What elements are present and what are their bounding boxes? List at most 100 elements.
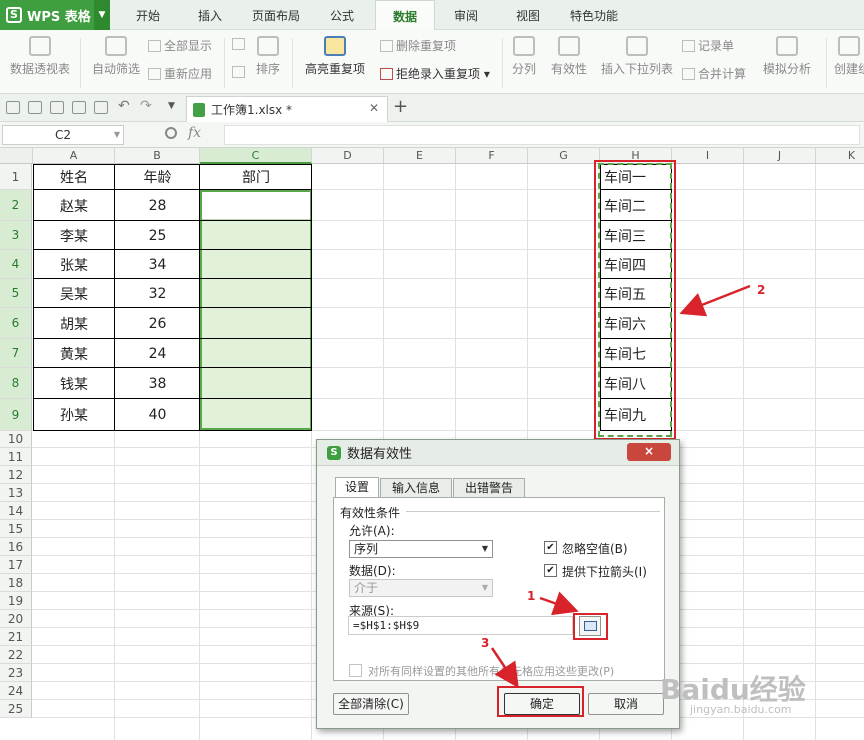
header-cell-name[interactable]: 姓名 xyxy=(33,164,115,190)
header-cell-age[interactable]: 年龄 xyxy=(115,164,200,190)
table-cell-age[interactable]: 32 xyxy=(115,279,200,308)
validity-button[interactable]: 有效性 xyxy=(544,36,594,77)
save-icon[interactable] xyxy=(28,101,42,114)
tab-view[interactable]: 视图 xyxy=(498,0,558,30)
app-menu-button[interactable]: S WPS 表格 ▼ xyxy=(0,0,110,30)
column-header[interactable]: I xyxy=(672,148,744,164)
clear-all-button[interactable]: 全部清除(C) xyxy=(333,693,409,715)
tab-settings[interactable]: 设置 xyxy=(335,477,379,498)
row-header[interactable]: 15 xyxy=(0,520,32,538)
export-icon[interactable] xyxy=(50,101,64,114)
row-header[interactable]: 16 xyxy=(0,538,32,556)
tab-special[interactable]: 特色功能 xyxy=(562,0,626,30)
selected-range[interactable] xyxy=(200,190,312,430)
table-cell-age[interactable]: 26 xyxy=(115,308,200,339)
insert-dropdown-button[interactable]: 插入下拉列表 xyxy=(598,36,676,77)
function-icon[interactable]: fx xyxy=(188,125,201,141)
dropdown-arrow-checkbox[interactable]: ✔ xyxy=(544,564,557,577)
close-icon[interactable]: × xyxy=(627,443,671,461)
autofilter-button[interactable]: 自动筛选 xyxy=(88,36,144,77)
header-cell-department[interactable]: 部门 xyxy=(200,164,312,190)
customize-dropdown-icon[interactable]: ▼ xyxy=(168,101,175,111)
column-header[interactable]: E xyxy=(384,148,456,164)
split-column-button[interactable]: 分列 xyxy=(506,36,542,77)
table-cell-name[interactable]: 黄某 xyxy=(33,339,115,368)
create-group-button[interactable]: 创建组 xyxy=(834,36,864,77)
reject-duplicates-button[interactable]: 拒绝录入重复项 ▾ xyxy=(380,65,490,82)
column-header[interactable]: B xyxy=(115,148,200,164)
pivot-table-button[interactable]: 数据透视表 xyxy=(8,36,72,77)
table-cell-name[interactable]: 李某 xyxy=(33,221,115,250)
show-all-button[interactable]: 全部显示 xyxy=(148,37,212,54)
tab-input-message[interactable]: 输入信息 xyxy=(380,478,452,498)
column-header[interactable]: G xyxy=(528,148,600,164)
open-folder-icon[interactable] xyxy=(6,101,20,114)
column-header[interactable]: J xyxy=(744,148,816,164)
table-cell-age[interactable]: 40 xyxy=(115,399,200,431)
row-header[interactable]: 13 xyxy=(0,484,32,502)
row-header[interactable]: 6 xyxy=(0,308,32,339)
close-document-icon[interactable]: ✕ xyxy=(369,101,379,115)
app-menu-dropdown-icon[interactable]: ▼ xyxy=(94,0,110,30)
reapply-button[interactable]: 重新应用 xyxy=(148,65,212,82)
name-box-dropdown-icon[interactable]: ▼ xyxy=(114,126,120,144)
row-header[interactable]: 4 xyxy=(0,250,32,279)
print-preview-icon[interactable] xyxy=(94,101,108,114)
row-header[interactable]: 21 xyxy=(0,628,32,646)
table-cell-age[interactable]: 38 xyxy=(115,368,200,399)
tab-home[interactable]: 开始 xyxy=(118,0,178,30)
row-header[interactable]: 2 xyxy=(0,190,32,221)
undo-icon[interactable]: ↶ xyxy=(118,98,130,114)
row-header[interactable]: 19 xyxy=(0,592,32,610)
select-all-corner[interactable] xyxy=(0,148,33,164)
row-header[interactable]: 8 xyxy=(0,368,32,399)
row-header[interactable]: 17 xyxy=(0,556,32,574)
row-header[interactable]: 14 xyxy=(0,502,32,520)
row-header[interactable]: 10 xyxy=(0,431,32,448)
row-header[interactable]: 18 xyxy=(0,574,32,592)
merge-calc-button[interactable]: 合并计算 xyxy=(682,65,746,82)
allow-select[interactable]: 序列 ▼ xyxy=(349,540,493,558)
column-header[interactable]: F xyxy=(456,148,528,164)
row-header[interactable]: 7 xyxy=(0,339,32,368)
ignore-blank-checkbox[interactable]: ✔ xyxy=(544,541,557,554)
source-input[interactable]: =$H$1:$H$9 xyxy=(348,616,573,635)
highlight-duplicates-button[interactable]: 高亮重复项 xyxy=(298,36,372,77)
row-header[interactable]: 20 xyxy=(0,610,32,628)
row-header[interactable]: 23 xyxy=(0,664,32,682)
table-cell-age[interactable]: 25 xyxy=(115,221,200,250)
column-header[interactable]: K xyxy=(816,148,864,164)
search-icon[interactable] xyxy=(165,127,177,139)
row-header[interactable]: 25 xyxy=(0,700,32,718)
tab-review[interactable]: 审阅 xyxy=(436,0,496,30)
sort-desc-button[interactable] xyxy=(232,65,248,79)
tab-insert[interactable]: 插入 xyxy=(180,0,240,30)
document-tab[interactable]: 工作簿1.xlsx * ✕ xyxy=(186,96,388,122)
row-header[interactable]: 5 xyxy=(0,279,32,308)
cancel-button[interactable]: 取消 xyxy=(588,693,664,715)
print-icon[interactable] xyxy=(72,101,86,114)
column-header[interactable]: A xyxy=(33,148,115,164)
row-header[interactable]: 12 xyxy=(0,466,32,484)
row-header[interactable]: 11 xyxy=(0,448,32,466)
sort-asc-button[interactable] xyxy=(232,37,248,51)
name-box[interactable]: C2 ▼ xyxy=(2,125,124,145)
column-header[interactable]: C xyxy=(200,148,312,164)
redo-icon[interactable]: ↷ xyxy=(140,98,152,114)
sort-button[interactable]: 排序 xyxy=(252,36,284,77)
record-form-button[interactable]: 记录单 xyxy=(682,37,734,54)
row-header[interactable]: 9 xyxy=(0,399,32,431)
new-tab-icon[interactable]: + xyxy=(393,96,408,117)
table-cell-age[interactable]: 24 xyxy=(115,339,200,368)
table-cell-name[interactable]: 赵某 xyxy=(33,190,115,221)
active-cell[interactable] xyxy=(202,192,310,220)
tab-formula[interactable]: 公式 xyxy=(312,0,372,30)
table-cell-age[interactable]: 28 xyxy=(115,190,200,221)
table-cell-name[interactable]: 胡某 xyxy=(33,308,115,339)
row-header[interactable]: 1 xyxy=(0,164,32,190)
row-header[interactable]: 3 xyxy=(0,221,32,250)
table-cell-age[interactable]: 34 xyxy=(115,250,200,279)
tab-page-layout[interactable]: 页面布局 xyxy=(244,0,308,30)
table-cell-name[interactable]: 孙某 xyxy=(33,399,115,431)
row-header[interactable]: 24 xyxy=(0,682,32,700)
